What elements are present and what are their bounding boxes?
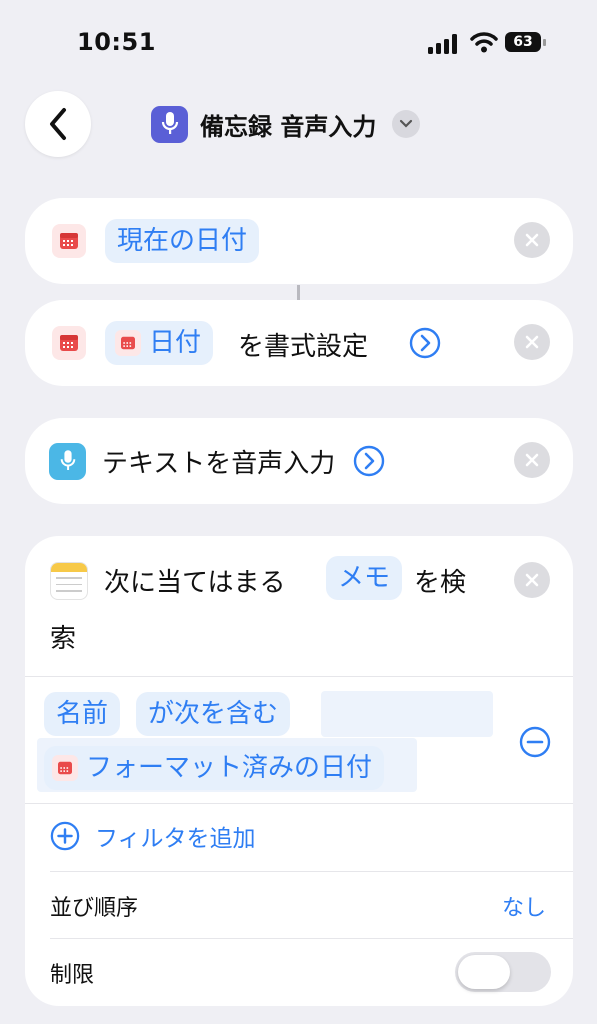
notes-token[interactable]: メモ [326,556,403,600]
notes-icon [50,562,88,600]
microphone-icon [49,442,86,480]
filter-row: 名前 が次を含む フォーマット済みの日付 [37,688,497,794]
dictate-text-label: テキストを音声入力 [102,448,336,479]
filter-field-token[interactable]: 名前 [44,692,121,736]
limit-row: 制限 [25,939,573,1005]
battery-indicator: 63 [505,32,547,54]
expand-options-button[interactable] [409,327,441,363]
close-icon [525,335,539,349]
shortcut-title-button[interactable]: 備忘録 音声入力 [151,105,421,143]
remove-action-button[interactable] [514,222,550,258]
minus-circle-icon [519,726,551,758]
flow-connector [297,285,300,301]
formatted-date-label: フォーマット済みの日付 [86,753,373,783]
calendar-icon [52,326,86,360]
calendar-icon [52,224,86,258]
cellular-signal-icon [428,34,457,54]
action-format-date[interactable]: 日付 を書式設定 [25,300,573,386]
add-filter-button[interactable]: フィルタを追加 [50,818,256,854]
wifi-icon [470,32,498,53]
back-button[interactable] [25,91,91,157]
close-icon [525,233,539,247]
action-dictate-text[interactable]: テキストを音声入力 [25,418,573,504]
chevron-left-icon [50,108,66,140]
current-date-token[interactable]: 現在の日付 [105,219,260,263]
divider [25,803,573,804]
remove-action-button[interactable] [514,562,550,598]
find-notes-suffix-1: を検 [414,568,467,598]
chevron-right-circle-icon [409,327,441,359]
divider [25,676,573,677]
find-notes-prefix: 次に当てはまる [104,568,286,598]
filter-value-field[interactable] [321,691,493,737]
sort-order-label: 並び順序 [50,896,139,921]
calendar-icon [115,330,141,356]
filter-operator-token[interactable]: が次を含む [136,692,291,736]
action-current-date[interactable]: 現在の日付 [25,198,573,284]
battery-level: 63 [513,34,533,50]
microphone-icon [151,105,188,143]
shortcut-title: 備忘録 音声入力 [200,112,377,141]
calendar-icon [52,755,78,781]
remove-action-button[interactable] [514,324,550,360]
format-date-label: を書式設定 [238,332,369,362]
close-icon [525,573,539,587]
sort-order-value[interactable]: なし [502,890,546,922]
chevron-right-circle-icon[interactable] [353,445,385,477]
chevron-down-icon [392,110,421,138]
find-notes-suffix-2: 索 [50,624,77,654]
toggle-knob [458,955,510,989]
date-variable-token[interactable]: 日付 [105,321,214,365]
close-icon [525,453,539,467]
remove-action-button[interactable] [514,442,550,478]
status-time: 10:51 [77,28,156,56]
plus-circle-icon [50,821,80,851]
sort-order-row[interactable]: 並び順序 なし [25,872,573,938]
formatted-date-token[interactable]: フォーマット済みの日付 [44,746,385,790]
date-variable-label: 日付 [149,328,202,358]
limit-toggle[interactable] [455,952,551,992]
limit-label: 制限 [50,963,95,988]
remove-filter-button[interactable] [519,726,551,762]
add-filter-label: フィルタを追加 [95,826,256,852]
action-find-notes[interactable]: 次に当てはまる メモ を検 索 名前 が次を含む フォーマット済みの日付 フィル… [25,536,573,1006]
